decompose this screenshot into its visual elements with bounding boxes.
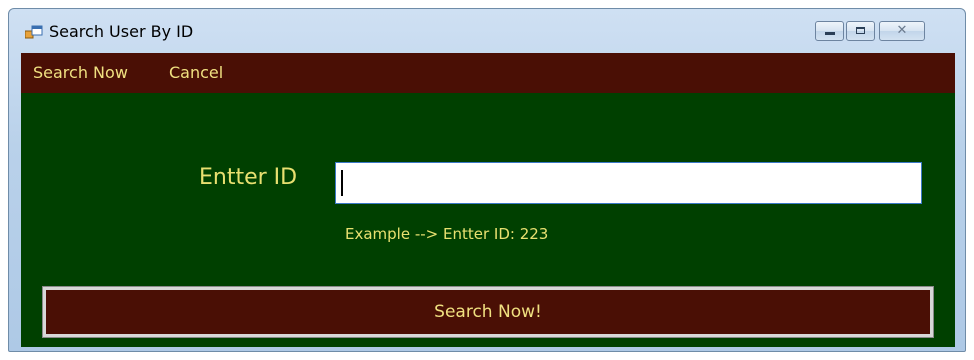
id-label: Entter ID (199, 165, 298, 190)
close-icon: ✕ (896, 23, 908, 38)
maximize-button[interactable] (846, 21, 875, 41)
minimize-icon (825, 32, 835, 35)
text-caret (341, 170, 343, 196)
form-client-area: Search Now Cancel Entter ID Example --> … (21, 53, 955, 347)
search-now-button[interactable]: Search Now! (42, 286, 934, 338)
minimize-button[interactable] (815, 21, 844, 41)
app-icon (25, 25, 43, 39)
title-bar[interactable]: Search User By ID ✕ (9, 9, 965, 53)
maximize-icon (856, 27, 865, 34)
menu-item-search-now[interactable]: Search Now (33, 63, 128, 82)
id-example-hint: Example --> Entter ID: 223 (345, 225, 549, 243)
menu-bar: Search Now Cancel (21, 53, 955, 93)
window-title: Search User By ID (49, 22, 194, 41)
menu-item-cancel[interactable]: Cancel (169, 63, 223, 82)
search-user-window: Search User By ID ✕ Search Now Cancel En… (8, 8, 966, 352)
close-button[interactable]: ✕ (879, 21, 925, 41)
id-input[interactable] (335, 162, 922, 204)
